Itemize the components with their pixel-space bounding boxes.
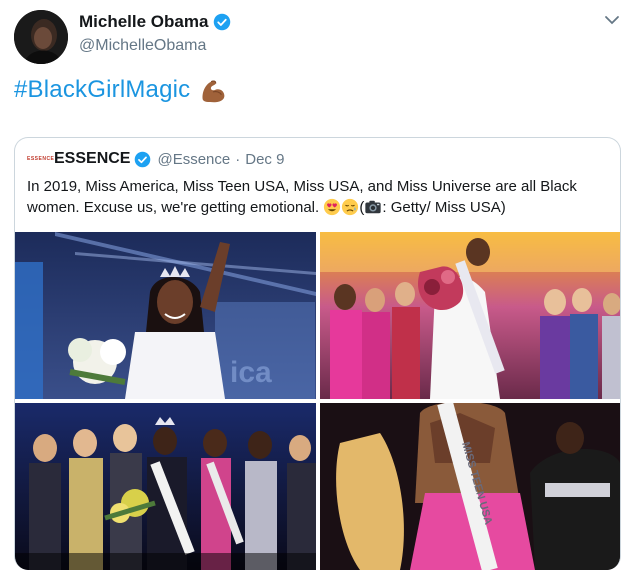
miss-teen-usa-photo[interactable] — [320, 232, 620, 399]
quoted-author-name[interactable]: ESSENCE — [54, 150, 130, 168]
separator-dot: · — [235, 150, 241, 168]
sad-relieved-emoji-icon — [342, 198, 359, 216]
essence-logo: ESSENCE — [27, 156, 55, 162]
heart-eyes-emoji-icon — [324, 198, 341, 216]
miss-universe-photo[interactable] — [15, 403, 316, 570]
photo-grid: ica MISS TEEN USA — [15, 232, 620, 570]
miss-america-photo[interactable]: ica — [15, 232, 316, 399]
verified-badge-icon — [135, 151, 151, 167]
quoted-tweet-card[interactable]: ESSENCE ESSENCE @Essence · Dec 9 In 2019… — [14, 137, 621, 570]
quoted-tweet-date[interactable]: Dec 9 — [245, 151, 284, 168]
author-name[interactable]: Michelle Obama — [79, 12, 208, 32]
camera-icon — [365, 200, 382, 214]
verified-badge-icon — [214, 13, 231, 31]
chevron-down-icon[interactable] — [604, 14, 620, 26]
quoted-tweet-text: In 2019, Miss America, Miss Teen USA, Mi… — [27, 178, 577, 216]
avatar[interactable] — [14, 10, 68, 64]
quoted-author-handle[interactable]: @Essence — [157, 151, 230, 168]
miss-usa-photo[interactable]: MISS TEEN USA — [320, 403, 620, 570]
svg-text:ica: ica — [230, 356, 272, 389]
author-handle[interactable]: @MichelleObama — [79, 37, 206, 55]
flexed-biceps-icon — [202, 80, 225, 103]
hashtag-link[interactable]: #BlackGirlMagic — [14, 76, 190, 104]
